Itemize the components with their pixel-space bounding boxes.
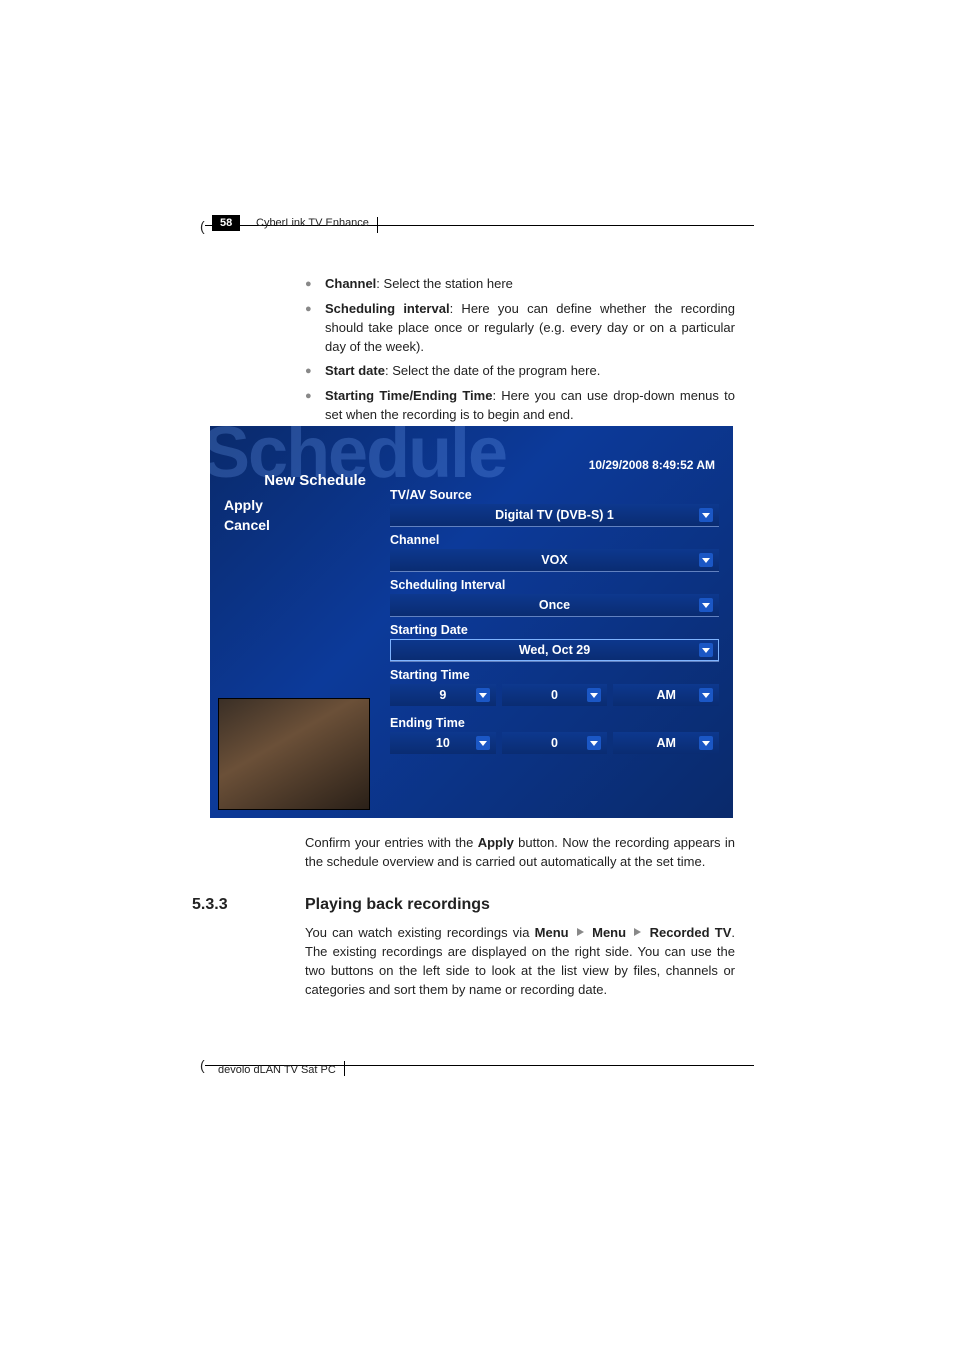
bullet-times-label: Starting Time/Ending Time	[325, 388, 492, 403]
startdate-value: Wed, Oct 29	[519, 643, 590, 657]
bullet-interval: Scheduling interval: Here you can define…	[305, 300, 735, 357]
chevron-down-icon	[587, 688, 601, 702]
new-schedule-title: New Schedule	[210, 472, 380, 489]
starttime-label: Starting Time	[390, 668, 719, 682]
starttime-minute-value: 0	[551, 688, 558, 702]
chevron-down-icon	[587, 736, 601, 750]
channel-label: Channel	[390, 533, 719, 547]
bullet-startdate: Start date: Select the date of the progr…	[305, 362, 735, 381]
confirm-paragraph: Confirm your entries with the Apply butt…	[305, 834, 735, 872]
chevron-down-icon	[699, 508, 713, 522]
section-title: Playing back recordings	[305, 896, 490, 914]
endtime-label: Ending Time	[390, 716, 719, 730]
document-page: ( 58 CyberLink TV Enhance Channel: Selec…	[0, 0, 954, 1351]
section-body-pre: You can watch existing recordings via	[305, 925, 535, 940]
starttime-minute-dropdown[interactable]: 0	[502, 684, 608, 706]
page-number: 58	[212, 215, 240, 231]
startdate-dropdown[interactable]: Wed, Oct 29	[390, 639, 719, 662]
bullet-channel-label: Channel	[325, 276, 376, 291]
channel-dropdown[interactable]: VOX	[390, 549, 719, 572]
bullet-startdate-text: : Select the date of the program here.	[385, 363, 600, 378]
bullet-interval-label: Scheduling interval	[325, 301, 450, 316]
chevron-down-icon	[699, 688, 713, 702]
endtime-hour-value: 10	[436, 736, 450, 750]
header-bracket-icon: (	[200, 218, 205, 234]
app-timestamp: 10/29/2008 8:49:52 AM	[589, 458, 715, 472]
bullet-channel: Channel: Select the station here	[305, 275, 735, 294]
chevron-down-icon	[476, 736, 490, 750]
interval-value: Once	[539, 598, 570, 612]
section-body: You can watch existing recordings via Me…	[305, 924, 735, 999]
endtime-ampm-dropdown[interactable]: AM	[613, 732, 719, 754]
header-chapter: CyberLink TV Enhance	[252, 217, 378, 233]
endtime-hour-dropdown[interactable]: 10	[390, 732, 496, 754]
section-number: 5.3.3	[192, 896, 228, 914]
chevron-down-icon	[699, 553, 713, 567]
apply-button[interactable]: Apply	[210, 495, 380, 515]
app-form-column: TV/AV Source Digital TV (DVB-S) 1 Channe…	[390, 488, 719, 764]
chevron-down-icon	[699, 598, 713, 612]
starttime-hour-dropdown[interactable]: 9	[390, 684, 496, 706]
bullet-list-block: Channel: Select the station here Schedul…	[305, 275, 735, 431]
channel-value: VOX	[541, 553, 567, 567]
footer-bracket-icon: (	[200, 1057, 205, 1073]
chevron-down-icon	[699, 736, 713, 750]
cancel-button[interactable]: Cancel	[210, 515, 380, 535]
starttime-hour-value: 9	[439, 688, 446, 702]
bullet-startdate-label: Start date	[325, 363, 385, 378]
app-screenshot: Schedule 10/29/2008 8:49:52 AM New Sched…	[210, 426, 733, 818]
triangle-right-icon	[577, 928, 584, 936]
endtime-minute-dropdown[interactable]: 0	[502, 732, 608, 754]
app-left-column: New Schedule Apply Cancel	[210, 472, 380, 535]
chevron-down-icon	[476, 688, 490, 702]
confirm-apply-word: Apply	[478, 835, 514, 850]
footer-product: devolo dLAN TV Sat PC	[216, 1061, 345, 1076]
breadcrumb-menu2: Menu	[592, 925, 626, 940]
breadcrumb-menu3: Recorded TV	[650, 925, 732, 940]
bullet-times: Starting Time/Ending Time: Here you can …	[305, 387, 735, 425]
starttime-ampm-dropdown[interactable]: AM	[613, 684, 719, 706]
bullet-channel-text: : Select the station here	[376, 276, 513, 291]
triangle-right-icon	[634, 928, 641, 936]
source-value: Digital TV (DVB-S) 1	[495, 508, 614, 522]
chevron-down-icon	[699, 643, 713, 657]
interval-label: Scheduling Interval	[390, 578, 719, 592]
video-preview	[218, 698, 370, 810]
endtime-minute-value: 0	[551, 736, 558, 750]
source-label: TV/AV Source	[390, 488, 719, 502]
interval-dropdown[interactable]: Once	[390, 594, 719, 617]
confirm-pre: Confirm your entries with the	[305, 835, 478, 850]
startdate-label: Starting Date	[390, 623, 719, 637]
starttime-ampm-value: AM	[656, 688, 675, 702]
source-dropdown[interactable]: Digital TV (DVB-S) 1	[390, 504, 719, 527]
breadcrumb-menu1: Menu	[535, 925, 569, 940]
endtime-ampm-value: AM	[656, 736, 675, 750]
